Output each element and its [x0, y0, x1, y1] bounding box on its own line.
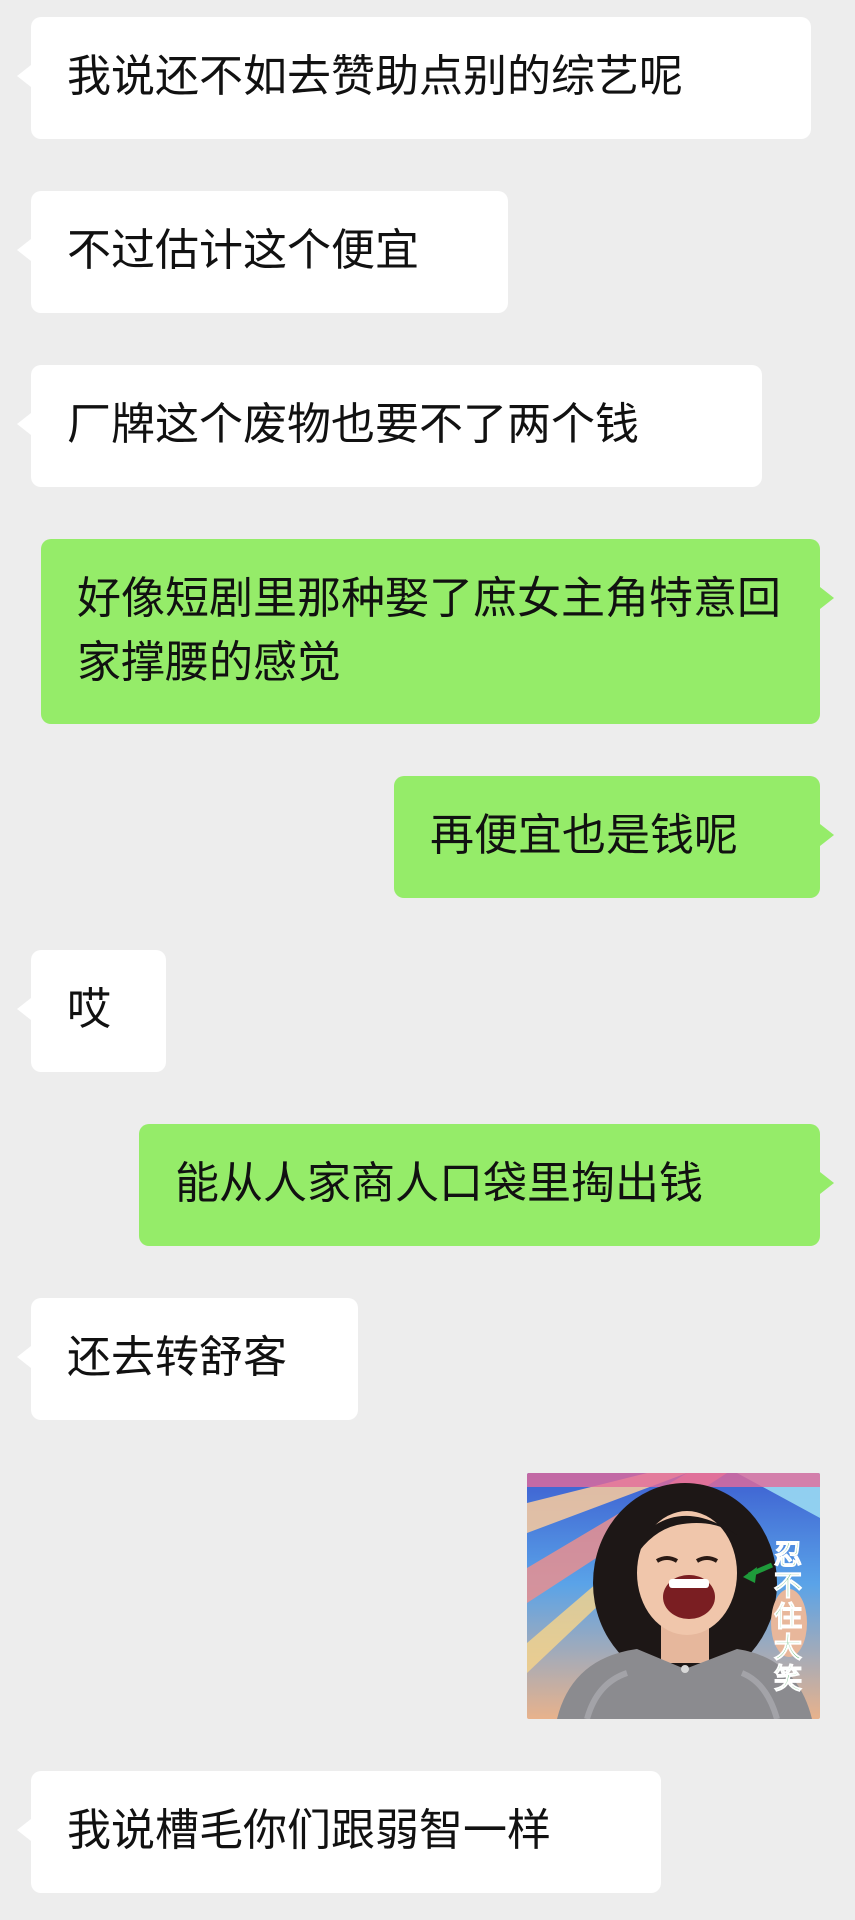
sticker-caption: 忍不住大笑 [773, 1538, 802, 1695]
laughing-woman-sticker[interactable]: 忍不住大笑 [527, 1473, 820, 1719]
message-bubble[interactable]: 还去转舒客 [17, 1298, 358, 1420]
message-bubble[interactable]: 哎 [17, 950, 166, 1072]
chat-message-list: 我说还不如去赞助点别的综艺呢 不过估计这个便宜 厂牌这个废物也要不了两个钱 好像… [0, 0, 855, 1920]
message-bubble[interactable]: 我说槽毛你们跟弱智一样 [17, 1771, 661, 1893]
message-bubble[interactable]: 好像短剧里那种娶了庶女主角特意回家撑腰的感觉 [41, 539, 834, 724]
message-bubble[interactable]: 厂牌这个废物也要不了两个钱 [17, 365, 762, 487]
message-bubble[interactable]: 再便宜也是钱呢 [394, 776, 834, 898]
message-bubble[interactable]: 不过估计这个便宜 [17, 191, 508, 313]
message-bubble[interactable]: 我说还不如去赞助点别的综艺呢 [17, 17, 811, 139]
message-bubble[interactable]: 能从人家商人口袋里掏出钱 [139, 1124, 834, 1246]
